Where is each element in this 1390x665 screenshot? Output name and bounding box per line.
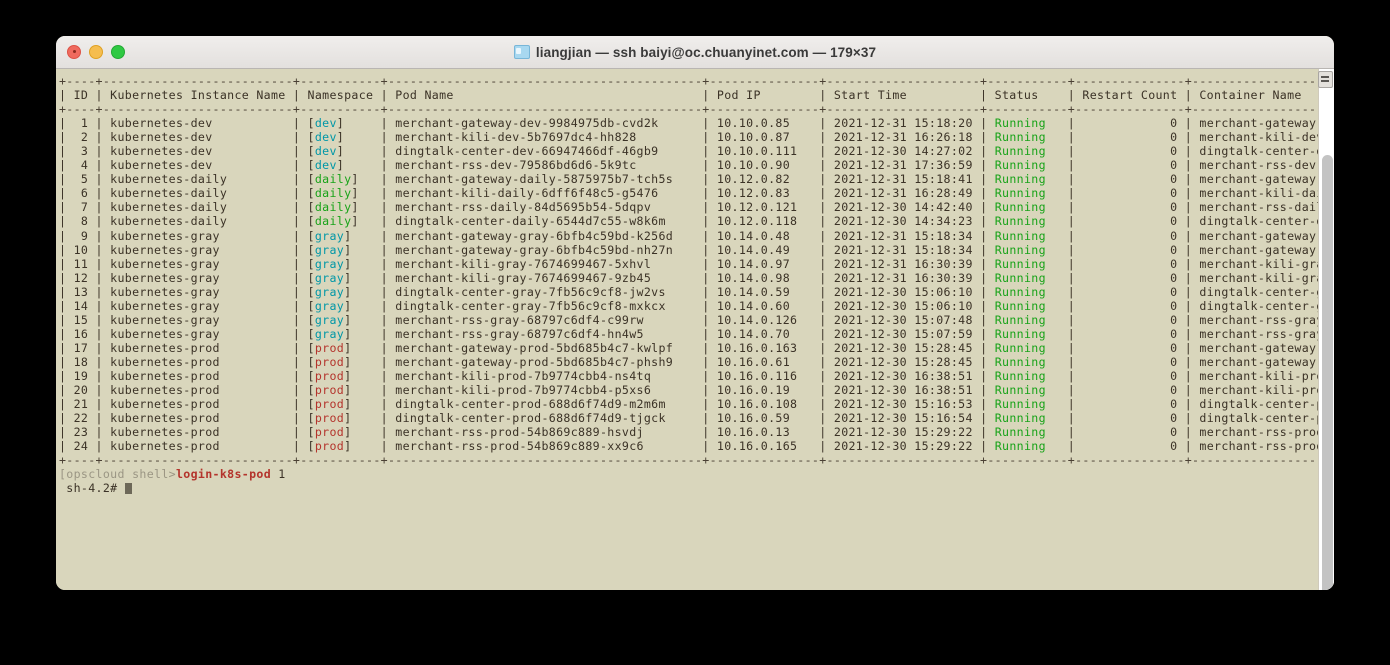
table-row: | 7 | kubernetes-daily | [daily] | merch… bbox=[59, 200, 1331, 215]
status-badge: Running bbox=[994, 383, 1046, 398]
status-badge: Running bbox=[994, 368, 1046, 383]
table-row: | 21 | kubernetes-prod | [prod] | dingta… bbox=[59, 397, 1334, 412]
table-row: | 4 | kubernetes-dev | [dev] | merchant-… bbox=[59, 158, 1317, 173]
status-badge: Running bbox=[994, 228, 1046, 243]
table-row: | 5 | kubernetes-daily | [daily] | merch… bbox=[59, 172, 1334, 187]
table-row: | 23 | kubernetes-prod | [prod] | mercha… bbox=[59, 425, 1324, 440]
table-row: | 16 | kubernetes-gray | [gray] | mercha… bbox=[59, 326, 1324, 341]
window-title-bar[interactable]: liangjian — ssh baiyi@oc.chuanyinet.com … bbox=[56, 36, 1334, 69]
table-row: | 8 | kubernetes-daily | [daily] | dingt… bbox=[59, 214, 1334, 229]
status-badge: Running bbox=[994, 298, 1046, 313]
shell-prompt-prefix: [opscloud shell> bbox=[59, 467, 176, 482]
namespace-tag: dev bbox=[314, 144, 337, 159]
namespace-tag: dev bbox=[314, 130, 337, 145]
terminal-window[interactable]: liangjian — ssh baiyi@oc.chuanyinet.com … bbox=[56, 36, 1334, 590]
status-badge: Running bbox=[994, 144, 1046, 159]
table-row: | 12 | kubernetes-gray | [gray] | mercha… bbox=[59, 270, 1331, 285]
namespace-tag: gray bbox=[314, 312, 345, 327]
namespace-tag: gray bbox=[314, 326, 345, 341]
table-row: | 24 | kubernetes-prod | [prod] | mercha… bbox=[59, 439, 1324, 454]
traffic-light-buttons[interactable] bbox=[67, 36, 125, 68]
table-row: | 9 | kubernetes-gray | [gray] | merchan… bbox=[59, 228, 1334, 243]
status-badge: Running bbox=[994, 411, 1046, 426]
scroll-options-icon[interactable] bbox=[1318, 71, 1333, 88]
table-separator: +----+--------------------------+-------… bbox=[59, 74, 1334, 88]
status-badge: Running bbox=[994, 186, 1046, 201]
namespace-tag: daily bbox=[314, 200, 352, 215]
folder-icon bbox=[513, 45, 530, 59]
namespace-tag: dev bbox=[314, 158, 337, 173]
table-row: | 15 | kubernetes-gray | [gray] | mercha… bbox=[59, 312, 1324, 327]
status-badge: Running bbox=[994, 439, 1046, 454]
namespace-tag: dev bbox=[314, 116, 337, 131]
maximize-window-button[interactable] bbox=[111, 45, 125, 59]
table-separator: +----+--------------------------+-------… bbox=[59, 102, 1334, 117]
table-row: | 13 | kubernetes-gray | [gray] | dingta… bbox=[59, 284, 1334, 299]
status-badge: Running bbox=[994, 326, 1046, 341]
window-title-label: liangjian — ssh baiyi@oc.chuanyinet.com … bbox=[535, 44, 877, 60]
terminal-cursor bbox=[124, 482, 132, 495]
table-row: | 20 | kubernetes-prod | [prod] | mercha… bbox=[59, 383, 1331, 398]
table-row: | 3 | kubernetes-dev | [dev] | dingtalk-… bbox=[59, 144, 1334, 159]
terminal-scrollbar[interactable] bbox=[1318, 69, 1334, 590]
namespace-tag: prod bbox=[314, 340, 345, 355]
namespace-tag: gray bbox=[314, 242, 345, 257]
status-badge: Running bbox=[994, 116, 1046, 131]
table-header-row: | ID | Kubernetes Instance Name | Namesp… bbox=[59, 88, 1334, 103]
namespace-tag: prod bbox=[314, 425, 345, 440]
close-window-button[interactable] bbox=[67, 45, 81, 59]
window-title: liangjian — ssh baiyi@oc.chuanyinet.com … bbox=[513, 44, 877, 60]
table-row: | 19 | kubernetes-prod | [prod] | mercha… bbox=[59, 368, 1331, 383]
namespace-tag: daily bbox=[314, 214, 352, 229]
namespace-tag: prod bbox=[314, 368, 345, 383]
table-separator: +----+--------------------------+-------… bbox=[59, 453, 1334, 468]
status-badge: Running bbox=[994, 270, 1046, 285]
table-row: | 14 | kubernetes-gray | [gray] | dingta… bbox=[59, 298, 1334, 313]
table-row: | 1 | kubernetes-dev | [dev] | merchant-… bbox=[59, 116, 1334, 131]
table-row: | 11 | kubernetes-gray | [gray] | mercha… bbox=[59, 256, 1331, 271]
namespace-tag: gray bbox=[314, 228, 345, 243]
shell-command: login-k8s-pod bbox=[175, 467, 271, 482]
table-row: | 22 | kubernetes-prod | [prod] | dingta… bbox=[59, 411, 1334, 426]
table-row: | 17 | kubernetes-prod | [prod] | mercha… bbox=[59, 340, 1334, 355]
table-row: | 6 | kubernetes-daily | [daily] | merch… bbox=[59, 186, 1334, 201]
status-badge: Running bbox=[994, 256, 1046, 271]
minimize-window-button[interactable] bbox=[89, 45, 103, 59]
scrollbar-thumb[interactable] bbox=[1322, 155, 1333, 590]
status-badge: Running bbox=[994, 200, 1046, 215]
table-row: | 10 | kubernetes-gray | [gray] | mercha… bbox=[59, 242, 1334, 257]
table-row: | 2 | kubernetes-dev | [dev] | merchant-… bbox=[59, 130, 1324, 145]
status-badge: Running bbox=[994, 284, 1046, 299]
status-badge: Running bbox=[994, 425, 1046, 440]
status-badge: Running bbox=[994, 312, 1046, 327]
namespace-tag: gray bbox=[314, 284, 345, 299]
namespace-tag: gray bbox=[314, 270, 345, 285]
status-badge: Running bbox=[994, 130, 1046, 145]
namespace-tag: prod bbox=[314, 439, 345, 454]
shell-prompt-line: sh-4.2# bbox=[59, 481, 125, 496]
status-badge: Running bbox=[994, 172, 1046, 187]
status-badge: Running bbox=[994, 242, 1046, 257]
namespace-tag: daily bbox=[314, 186, 352, 201]
status-badge: Running bbox=[994, 340, 1046, 355]
namespace-tag: gray bbox=[314, 298, 345, 313]
namespace-tag: prod bbox=[314, 397, 345, 412]
namespace-tag: prod bbox=[314, 354, 345, 369]
terminal-body[interactable]: +----+--------------------------+-------… bbox=[56, 69, 1334, 590]
status-badge: Running bbox=[994, 214, 1046, 229]
terminal-text-output: +----+--------------------------+-------… bbox=[56, 69, 1334, 495]
status-badge: Running bbox=[994, 158, 1046, 173]
table-row: | 18 | kubernetes-prod | [prod] | mercha… bbox=[59, 354, 1334, 369]
status-badge: Running bbox=[994, 397, 1046, 412]
shell-argument: 1 bbox=[271, 467, 286, 482]
namespace-tag: prod bbox=[314, 411, 345, 426]
namespace-tag: gray bbox=[314, 256, 345, 271]
status-badge: Running bbox=[994, 354, 1046, 369]
namespace-tag: prod bbox=[314, 383, 345, 398]
namespace-tag: daily bbox=[314, 172, 352, 187]
